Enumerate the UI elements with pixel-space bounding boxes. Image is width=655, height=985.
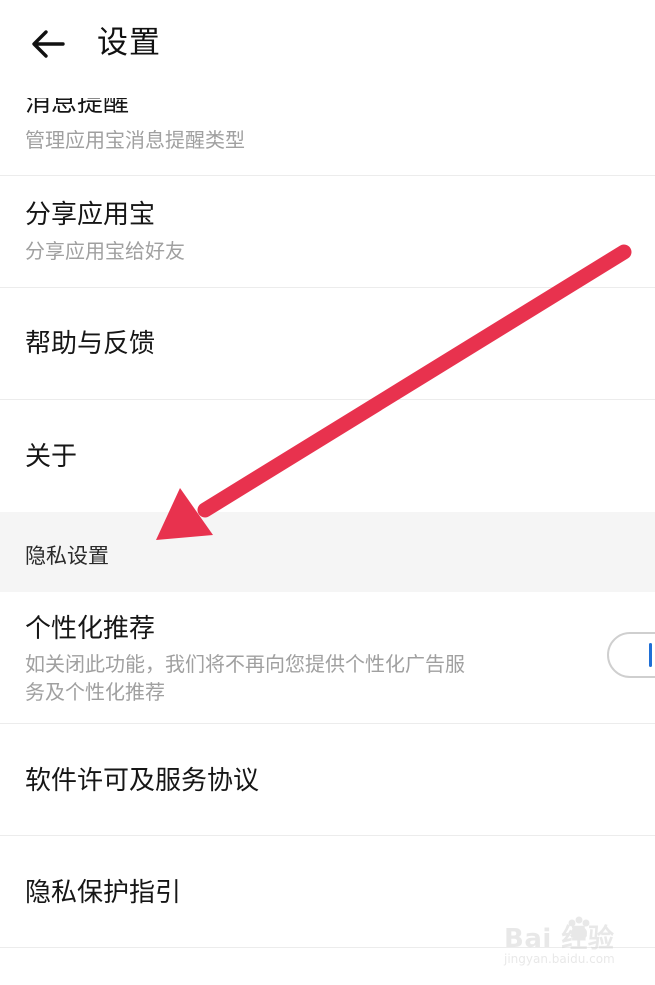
settings-item-about[interactable]: 关于 xyxy=(0,400,655,512)
arrow-left-icon xyxy=(32,30,65,58)
personalized-recommendation-toggle[interactable] xyxy=(607,632,655,678)
settings-item-help-feedback[interactable]: 帮助与反馈 xyxy=(0,288,655,400)
item-title: 个性化推荐 xyxy=(25,614,156,644)
watermark-domain: jingyan.baidu.com xyxy=(504,952,615,966)
item-title: 分享应用宝 xyxy=(25,200,156,230)
item-title: 隐私保护指引 xyxy=(25,878,182,908)
watermark-brand: Bai 经验 xyxy=(504,924,615,954)
toggle-knob xyxy=(649,643,652,667)
section-header-privacy: 隐私设置 xyxy=(0,512,655,592)
app-header: 设置 xyxy=(0,0,655,90)
item-title: 关于 xyxy=(25,442,78,472)
settings-list: 消息提醒 管理应用宝消息提醒类型 分享应用宝 分享应用宝给好友 帮助与反馈 关于… xyxy=(0,98,655,948)
baidu-jingyan-watermark: Bai 经验 jingyan.baidu.com xyxy=(504,912,652,974)
item-subtitle: 务及个性化推荐 xyxy=(25,680,165,704)
settings-item-share-app[interactable]: 分享应用宝 分享应用宝给好友 xyxy=(0,176,655,288)
page-title: 设置 xyxy=(97,25,161,61)
item-subtitle: 分享应用宝给好友 xyxy=(25,239,185,263)
item-subtitle: 管理应用宝消息提醒类型 xyxy=(25,128,245,152)
item-title: 消息提醒 xyxy=(25,98,130,118)
item-title: 软件许可及服务协议 xyxy=(25,766,260,796)
settings-item-message-reminder[interactable]: 消息提醒 管理应用宝消息提醒类型 xyxy=(0,98,655,176)
settings-item-personalized-recommendation[interactable]: 个性化推荐 如关闭此功能，我们将不再向您提供个性化广告服 务及个性化推荐 xyxy=(0,592,655,724)
section-label: 隐私设置 xyxy=(25,544,109,568)
back-button[interactable] xyxy=(22,18,74,70)
item-title: 帮助与反馈 xyxy=(25,329,156,359)
settings-item-license-agreement[interactable]: 软件许可及服务协议 xyxy=(0,724,655,836)
paw-icon xyxy=(568,916,590,940)
item-subtitle: 如关闭此功能，我们将不再向您提供个性化广告服 xyxy=(25,652,465,676)
